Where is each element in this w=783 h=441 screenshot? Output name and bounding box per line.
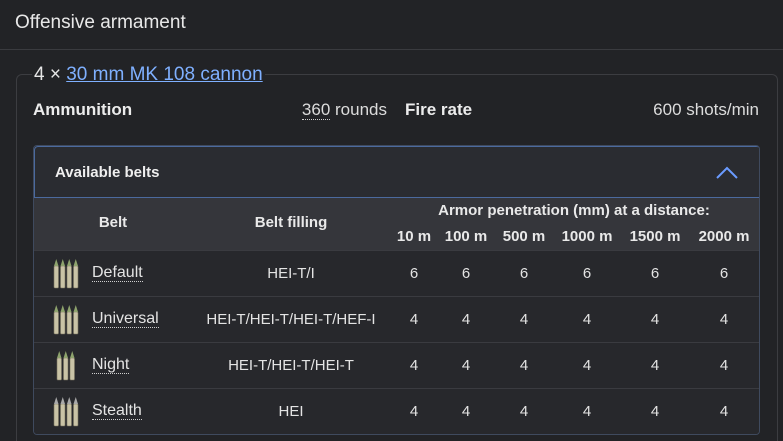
header-distance: 500 m <box>502 228 546 245</box>
ammo-belt-4-icon <box>53 397 79 427</box>
weapon-link[interactable]: 30 mm MK 108 cannon <box>66 64 262 85</box>
pen-value: 4 <box>409 311 419 328</box>
pen-value: 4 <box>409 357 419 374</box>
header-belt: Belt <box>98 214 128 231</box>
belt-filling: HEI <box>278 403 304 420</box>
belt-name: Stealth <box>92 402 142 420</box>
belt-filling: HEI-T/HEI-T/HEI-T <box>228 357 354 374</box>
header-distance: 2000 m <box>698 228 750 245</box>
belts-toggle[interactable]: Available belts <box>34 146 759 198</box>
pen-value: 4 <box>519 357 529 374</box>
pen-value: 4 <box>719 357 729 374</box>
pen-value: 6 <box>719 265 729 282</box>
table-row: Night HEI-T/HEI-T/HEI-T 4 4 4 4 4 4 <box>34 342 759 388</box>
fire-rate-value: 600 shots/min <box>653 100 759 119</box>
pen-value: 4 <box>650 403 660 420</box>
section-header: Offensive armament <box>0 0 783 50</box>
weapon-count: 4 × <box>34 64 61 85</box>
header-penetration: Armor penetration (mm) at a distance: <box>438 202 710 219</box>
table-row: Universal HEI-T/HEI-T/HEI-T/HEF-I 4 4 4 … <box>34 296 759 342</box>
pen-value: 6 <box>409 265 419 282</box>
header-distance: 100 m <box>444 228 488 245</box>
pen-value: 4 <box>519 403 529 420</box>
pen-value: 4 <box>409 403 419 420</box>
table-row: Default HEI-T/I 6 6 6 6 6 6 <box>34 250 759 296</box>
header-distance: 10 m <box>396 228 432 245</box>
belt-name: Default <box>92 264 143 282</box>
belt-filling: HEI-T/HEI-T/HEI-T/HEF-I <box>206 311 376 328</box>
belt-filling: HEI-T/I <box>267 265 315 282</box>
pen-value: 4 <box>719 311 729 328</box>
table-row: Stealth HEI 4 4 4 4 4 4 <box>34 388 759 434</box>
ammunition-stat: Ammunition 360 rounds <box>33 100 387 122</box>
header-distance: 1000 m <box>561 228 613 245</box>
pen-value: 6 <box>519 265 529 282</box>
pen-value: 4 <box>650 357 660 374</box>
ammunition-label: Ammunition <box>33 100 133 119</box>
belts-panel: Available belts Belt Belt filling Armor … <box>33 145 760 435</box>
header-filling: Belt filling <box>254 214 328 231</box>
ammunition-count[interactable]: 360 <box>301 100 331 120</box>
section-title: Offensive armament <box>15 12 186 33</box>
weapon-title: 4 × 30 mm MK 108 cannon <box>32 64 265 86</box>
pen-value: 4 <box>650 311 660 328</box>
ammo-belt-4-icon <box>53 259 79 289</box>
ammo-belt-3-icon <box>56 351 75 381</box>
pen-value: 4 <box>461 357 471 374</box>
pen-value: 4 <box>582 311 592 328</box>
fire-rate-label: Fire rate <box>405 100 473 119</box>
belts-toggle-label: Available belts <box>55 164 160 181</box>
ammunition-unit: rounds <box>335 100 387 119</box>
table-header: Belt Belt filling Armor penetration (mm)… <box>34 198 759 250</box>
pen-value: 4 <box>519 311 529 328</box>
pen-value: 4 <box>582 403 592 420</box>
belt-name: Universal <box>92 310 159 328</box>
ammunition-value: 360 rounds <box>301 100 387 120</box>
pen-value: 4 <box>719 403 729 420</box>
header-distance: 1500 m <box>629 228 681 245</box>
pen-value: 4 <box>461 403 471 420</box>
ammo-belt-4-icon <box>53 305 79 335</box>
chevron-up-icon[interactable] <box>716 165 738 179</box>
pen-value: 6 <box>650 265 660 282</box>
pen-value: 6 <box>582 265 592 282</box>
pen-value: 6 <box>461 265 471 282</box>
fire-rate-stat: Fire rate 600 shots/min <box>405 100 759 122</box>
belt-name: Night <box>92 356 130 374</box>
pen-value: 4 <box>461 311 471 328</box>
pen-value: 4 <box>582 357 592 374</box>
